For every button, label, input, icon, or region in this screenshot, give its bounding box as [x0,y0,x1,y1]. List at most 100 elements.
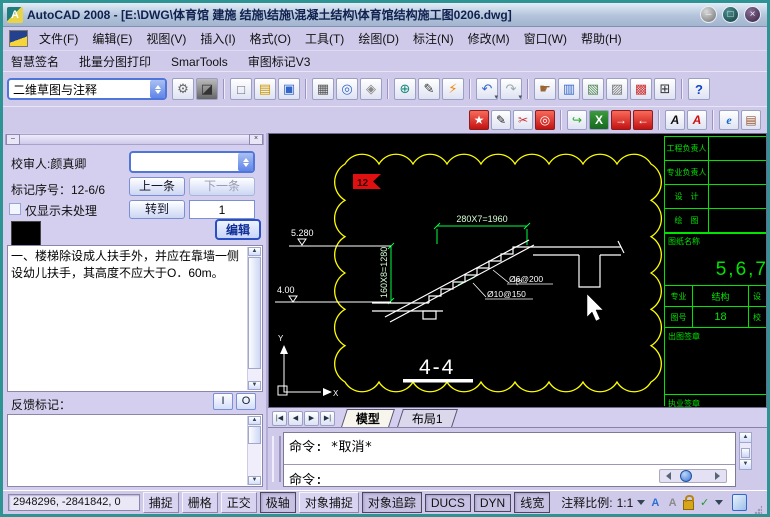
tab-next-icon[interactable]: ▶ [304,411,319,426]
menu-help[interactable]: 帮助(H) [574,27,629,50]
feedback-textarea[interactable]: ▲ ▼ [7,414,263,487]
toggle-osnap[interactable]: 对象捕捉 [299,492,359,513]
drawing-area[interactable]: 12 280X7=1960 160X8=1280 5.280 4.00 [268,133,767,408]
scroll-thumb[interactable] [248,257,261,369]
scroll-down-icon[interactable]: ▼ [248,381,261,390]
tab-last-icon[interactable]: ▶| [320,411,335,426]
feedback-i-button[interactable]: I [213,393,233,410]
plot-icon[interactable]: ▦ [312,78,334,100]
acad-black-icon[interactable]: A [665,110,685,130]
cui-browser-icon[interactable] [9,30,28,47]
help-icon[interactable]: ? [688,78,710,100]
lock-icon[interactable] [683,500,695,510]
sheetset-icon[interactable]: ▨ [606,78,628,100]
previous-button[interactable]: 上一条 [129,177,185,196]
command-scrollbar[interactable]: ▲ ▼ [739,432,752,470]
workspace-combobox[interactable]: 二维草图与注释 [7,78,167,100]
menu-batch-plot[interactable]: 批量分图打印 [71,51,163,72]
scroll-up-icon[interactable]: ▲ [248,247,261,256]
layers-icon[interactable]: ▥ [558,78,580,100]
book-icon[interactable]: ▤ [741,110,761,130]
ie-icon[interactable]: e [719,110,739,130]
feedback-scrollbar[interactable]: ▲ ▼ [247,416,261,485]
combo-spinner-icon[interactable] [150,80,165,98]
resize-grip[interactable] [754,505,762,514]
workspace-switch-icon[interactable]: ◪ [196,78,218,100]
next-button[interactable]: 下一条 [189,177,255,196]
clean-screen-button[interactable] [732,494,747,511]
mark-combo-spinner-icon[interactable] [238,153,253,171]
minimize-button[interactable]: – [700,6,717,23]
menu-edit[interactable]: 编辑(E) [85,27,139,50]
toggle-ortho[interactable]: 正交 [221,492,257,513]
wizard-check-icon[interactable]: ✓ [697,495,711,511]
slider-thumb[interactable] [680,470,692,482]
tab-model[interactable]: 模型 [341,409,395,427]
note-scrollbar[interactable]: ▲ ▼ [247,247,261,390]
toggle-dyn[interactable]: DYN [474,494,511,512]
menu-review-mark-v3[interactable]: 审图标记V3 [240,51,323,72]
menu-window[interactable]: 窗口(W) [517,27,574,50]
open-file-icon[interactable]: ▤ [254,78,276,100]
tab-prev-icon[interactable]: ◀ [288,411,303,426]
menu-file[interactable]: 文件(F) [32,27,85,50]
menu-tools[interactable]: 工具(T) [298,27,351,50]
only-unprocessed-checkbox[interactable] [9,203,21,215]
menu-smartools[interactable]: SmarTools [163,53,240,71]
toggle-snap[interactable]: 捕捉 [143,492,179,513]
menu-insert[interactable]: 插入(I) [193,27,242,50]
publish-icon[interactable]: ◈ [360,78,382,100]
toggle-ducs[interactable]: DUCS [425,494,471,512]
command-text-area[interactable]: 命令: *取消* 命令: [283,432,736,487]
annotation-scale-value[interactable]: 1:1 [617,496,634,510]
menu-dimension[interactable]: 标注(N) [406,27,461,50]
acad-red-icon[interactable]: A [687,110,707,130]
slider-left-icon[interactable] [662,472,671,480]
menu-modify[interactable]: 修改(M) [461,27,517,50]
menu-draw[interactable]: 绘图(D) [351,27,406,50]
close-button[interactable]: × [744,6,761,23]
excel-export-icon[interactable]: X [589,110,609,130]
markupset-icon[interactable]: ▩ [630,78,652,100]
panel-close-icon[interactable]: × [249,134,263,145]
maximize-button[interactable]: □ [722,6,739,23]
dwf-globe-icon[interactable]: ⊕ [394,78,416,100]
toggle-grid[interactable]: 栅格 [182,492,218,513]
flag-search-icon[interactable]: ◎ [535,110,555,130]
goto-button[interactable]: 转到 [129,200,185,219]
cut-icon[interactable]: ✂ [513,110,533,130]
menu-view[interactable]: 视图(V) [139,27,193,50]
redo-icon[interactable]: ↷▾ [500,78,522,100]
annotation-autoscale-icon[interactable]: A [665,495,679,511]
markup-pen-icon[interactable]: ✎ [418,78,440,100]
mark-combobox[interactable] [129,151,255,173]
menu-format[interactable]: 格式(O) [243,27,298,50]
preview-icon[interactable]: ◎ [336,78,358,100]
goto-input[interactable] [189,200,255,219]
toggle-otrack[interactable]: 对象追踪 [362,492,422,513]
save-icon[interactable]: ▣ [278,78,300,100]
flag-next-icon[interactable]: → [611,110,631,130]
scroll-down-icon[interactable]: ▼ [740,459,751,469]
scroll-thumb[interactable] [248,426,261,444]
gear-icon[interactable]: ⚙ [172,78,194,100]
calculator-icon[interactable]: ⊞ [654,78,676,100]
new-file-icon[interactable]: □ [230,78,252,100]
panel-minimize-icon[interactable]: – [6,134,20,145]
edit-button[interactable]: 编辑 [215,219,261,240]
undo-icon[interactable]: ↶▾ [476,78,498,100]
tab-layout1[interactable]: 布局1 [397,409,458,427]
toggle-lineweight[interactable]: 线宽 [514,492,550,513]
tab-first-icon[interactable]: |◀ [272,411,287,426]
scroll-up-icon[interactable]: ▲ [740,433,751,443]
flag-star-icon[interactable]: ★ [469,110,489,130]
send-doc-icon[interactable]: ↪ [567,110,587,130]
command-prompt-line[interactable]: 命令: [284,465,735,492]
redo-dropdown-icon[interactable]: ▾ [518,93,522,101]
scroll-up-icon[interactable]: ▲ [248,416,261,425]
write-pen-icon[interactable]: ✎ [491,110,511,130]
flash-erase-icon[interactable]: ⚡ [442,78,464,100]
command-drag-handle[interactable] [272,436,281,482]
scroll-down-icon[interactable]: ▼ [248,476,261,485]
menu-smart-sign[interactable]: 智慧签名 [3,51,71,72]
